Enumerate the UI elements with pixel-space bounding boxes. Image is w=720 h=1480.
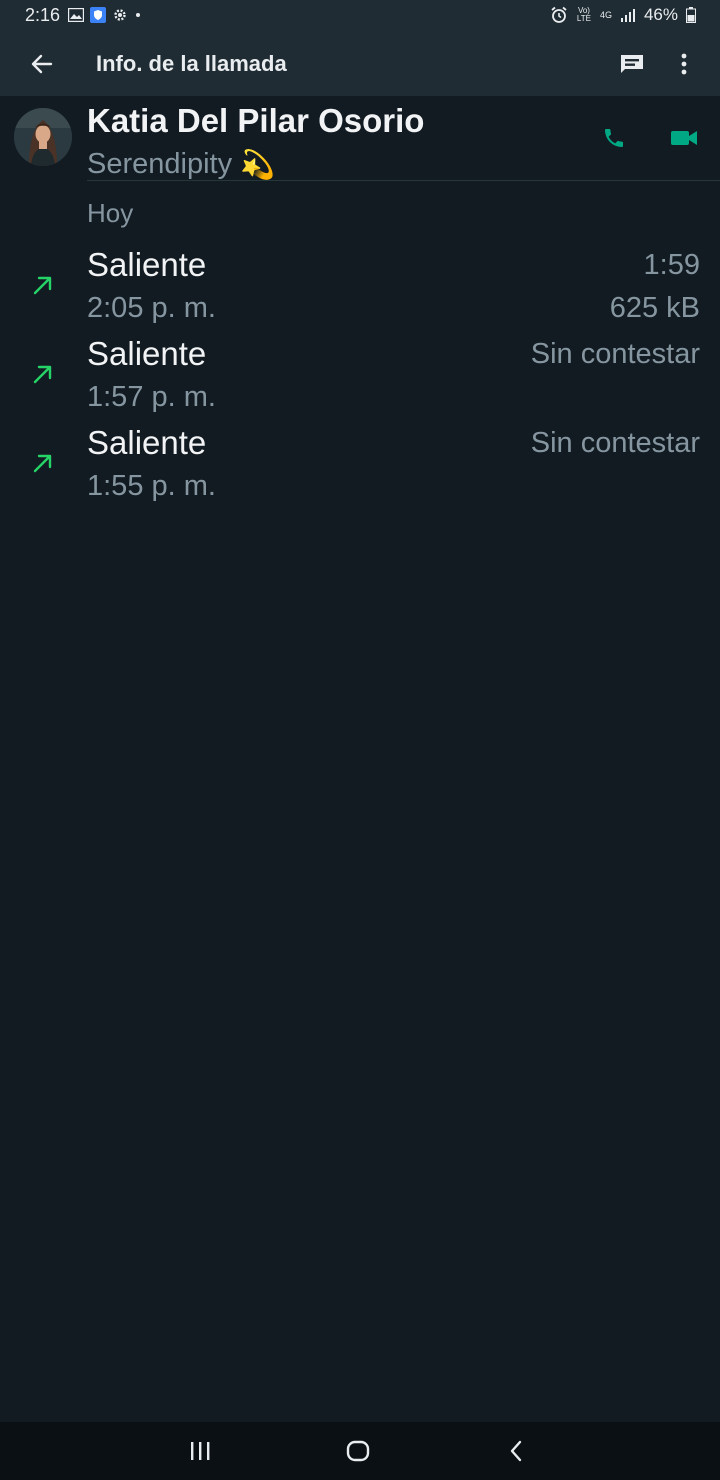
home-button[interactable] [338,1434,378,1468]
recent-apps-icon [191,1442,210,1460]
call-time: 1:55 p. m. [87,470,216,502]
call-log-item: Saliente 1:55 p. m. Sin contestar [0,418,720,507]
system-nav-bar [0,1422,720,1480]
status-notification-icons [68,6,142,24]
divider [87,180,720,181]
call-data-size: 625 kB [609,292,700,324]
contact-status: Serendipity 💫 [87,148,275,181]
chevron-left-icon [510,1440,522,1462]
call-duration: 1:59 [643,249,700,281]
date-section-label: Hoy [87,198,134,228]
message-button[interactable] [612,46,652,82]
recent-apps-button[interactable] [180,1434,220,1468]
call-list: Saliente 2:05 p. m. 1:59 625 kB Saliente… [0,240,720,507]
videocam-icon [671,131,697,145]
battery-percent: 46% [643,5,678,24]
signal-icon [620,9,635,22]
call-log-item: Saliente 2:05 p. m. 1:59 625 kB [0,240,720,329]
message-icon [621,55,643,73]
call-log-item: Saliente 1:57 p. m. Sin contestar [0,329,720,418]
more-vert-icon [681,53,687,75]
status-bar: 2:16 Vo) LTE 4G 46% [0,0,720,32]
more-options-button[interactable] [666,46,702,82]
shield-icon [90,7,106,23]
call-status: Sin contestar [530,338,700,370]
call-type: Saliente [87,335,207,372]
gallery-icon [68,8,84,22]
avatar-image [14,108,72,166]
outgoing-arrow-icon [33,276,52,295]
outgoing-arrow-icon [33,454,52,473]
voice-call-button[interactable] [596,120,632,156]
phone-icon [605,129,623,147]
app-bar: Info. de la llamada [0,32,720,96]
outgoing-arrow-icon [33,365,52,384]
home-icon [346,1440,370,1462]
call-time: 1:57 p. m. [87,381,216,413]
back-nav-button[interactable] [496,1434,536,1468]
call-status: Sin contestar [530,427,700,459]
status-system-icons: Vo) LTE 4G 46% [550,5,696,25]
avatar[interactable] [14,108,72,166]
call-type: Saliente [87,246,207,283]
call-type: Saliente [87,424,207,461]
back-button[interactable] [24,46,60,82]
gear-icon [114,9,126,21]
arrow-left-icon [31,54,53,74]
alarm-icon [551,6,567,23]
contact-header[interactable]: Katia Del Pilar Osorio Serendipity 💫 [0,96,720,182]
contact-name: Katia Del Pilar Osorio [87,102,425,139]
contact-status-text: Serendipity [87,148,233,180]
call-time: 2:05 p. m. [87,292,216,324]
dot-icon [136,13,140,17]
video-call-button[interactable] [664,120,704,156]
network-type: 4G [599,10,612,20]
page-title: Info. de la llamada [96,51,287,76]
status-time: 2:16 [25,5,61,25]
dizzy-emoji: 💫 [240,149,275,180]
battery-icon [686,7,696,23]
volte-indicator: Vo) LTE [576,6,591,23]
